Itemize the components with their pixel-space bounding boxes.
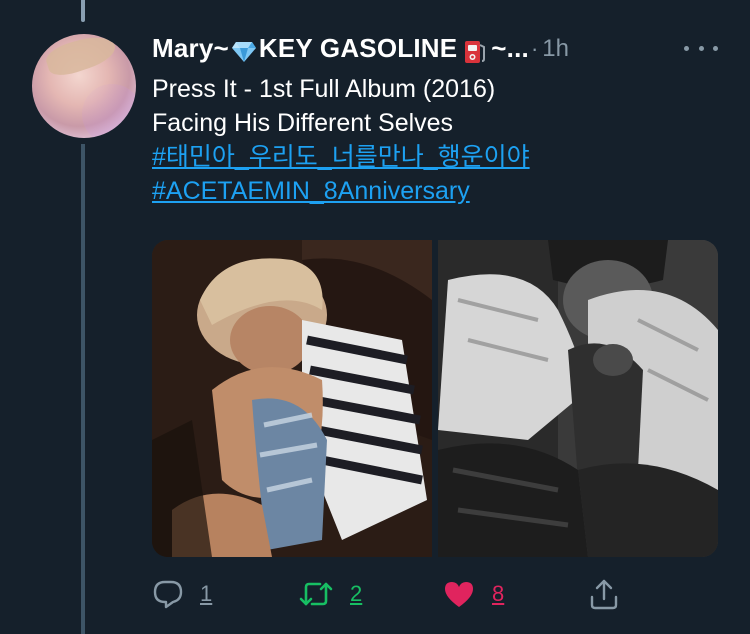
thread-connector-top [81,0,85,22]
more-dot [698,45,704,51]
retweet-button[interactable]: 2 [298,572,362,616]
gem-emoji-icon [231,41,256,62]
avatar[interactable] [32,34,136,138]
retweet-count: 2 [350,581,363,606]
fuel-pump-emoji-icon [465,40,486,63]
reply-button[interactable]: 1 [152,572,212,616]
photo-1[interactable] [152,240,432,557]
heart-icon [445,582,473,607]
thread-connector-bottom [81,144,85,634]
more-options-icon[interactable] [684,36,718,60]
share-icon [590,579,618,610]
tweet-header: Mary~ KEY GASOLINE ~... · 1h [152,30,722,68]
tweet-text-line-2: Facing His Different Selves [152,109,454,137]
photo-2-image [438,240,718,557]
display-name-suffix: ~... [491,33,529,64]
like-button[interactable]: 8 [442,572,504,616]
display-name-prefix: Mary~ [152,33,229,64]
share-button[interactable] [588,572,620,616]
retweet-icon [299,582,333,606]
photo-1-image [152,240,432,557]
avatar-shade-shape [82,84,136,138]
tweet-actions: 1 2 8 [152,572,632,616]
hashtag-link-2[interactable]: #ACETAEMIN_8Anniversary [152,177,470,205]
more-dot [713,45,718,51]
timestamp[interactable]: 1h [542,35,569,63]
photo-2[interactable] [438,240,718,557]
header-separator: · [530,36,539,61]
more-dot [684,45,689,51]
hashtag-link-1[interactable]: #태민아_우리도_너를만나_행운이야 [152,143,530,171]
like-count: 8 [492,581,505,606]
display-name-middle: KEY GASOLINE [258,33,458,64]
tweet-view: Mary~ KEY GASOLINE ~... · 1h Press It - … [0,0,750,634]
tweet-text-line-1: Press It - 1st Full Album (2016) [152,75,496,103]
avatar-hair-shape [43,34,119,81]
display-name[interactable]: Mary~ KEY GASOLINE ~... [152,33,529,64]
reply-icon [153,580,183,609]
media-grid [152,240,718,557]
tweet-text: Press It - 1st Full Album (2016) Facing … [152,72,732,208]
reply-count: 1 [200,581,213,606]
